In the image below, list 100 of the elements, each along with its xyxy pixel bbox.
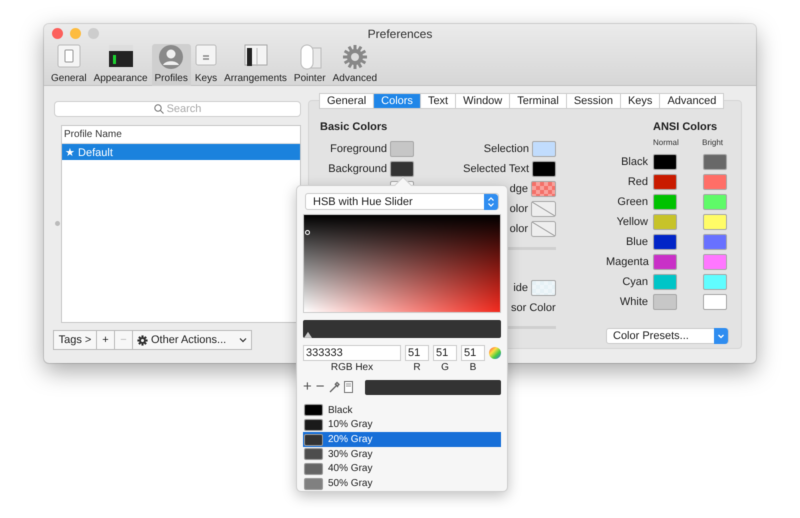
color-list-item[interactable]: 40% Gray [303, 462, 501, 476]
color-label: Black [620, 156, 648, 168]
column-heading: Bright [702, 138, 724, 149]
gear-icon [342, 44, 368, 70]
stepper-icon [484, 194, 498, 210]
channel-input[interactable]: 51 [461, 344, 485, 361]
hue-slider[interactable] [303, 320, 501, 338]
settings-tab[interactable]: Session [566, 93, 621, 109]
color-list-item[interactable]: 20% Gray [303, 432, 501, 447]
toolbar-tab[interactable]: Arrangements [221, 44, 290, 86]
color-label: Selection [484, 143, 529, 155]
color-label: Green [616, 196, 648, 208]
toolbar-tab[interactable]: Pointer [290, 44, 329, 86]
color-swatch[interactable] [703, 214, 727, 230]
color-label: ide [513, 282, 528, 294]
split-handle-icon[interactable] [55, 221, 60, 226]
saturation-brightness-field[interactable] [303, 214, 501, 313]
color-label: Red [626, 176, 648, 188]
column-heading: Normal [653, 138, 680, 149]
settings-tab[interactable]: Window [455, 93, 510, 109]
field-label: B [468, 362, 478, 373]
search-icon [154, 104, 164, 114]
settings-tab[interactable]: General [319, 93, 374, 109]
document-icon[interactable] [344, 381, 353, 394]
color-swatch[interactable] [653, 294, 677, 310]
color-swatch[interactable] [703, 294, 727, 310]
color-swatch[interactable] [703, 254, 727, 270]
toolbar-tab[interactable]: Keys [192, 44, 220, 86]
color-swatch[interactable] [532, 141, 556, 157]
empty-color-swatch[interactable] [531, 201, 556, 217]
eyedropper-icon[interactable] [328, 381, 340, 394]
color-label: sor Color [511, 302, 556, 314]
color-label: olor [510, 203, 528, 215]
gear-icon [137, 334, 148, 346]
color-label: White [618, 296, 648, 308]
color-swatch[interactable] [703, 194, 727, 210]
window-control-icon[interactable] [70, 28, 81, 39]
windows-icon [242, 44, 269, 68]
remove-color-button[interactable]: − [316, 380, 325, 394]
settings-tab[interactable]: Colors [373, 93, 421, 109]
other-actions-button[interactable]: Other Actions... [132, 330, 252, 350]
color-swatch[interactable] [653, 214, 677, 230]
color-swatch[interactable] [653, 234, 677, 250]
slider-thumb[interactable] [304, 332, 312, 338]
color-swatch[interactable] [653, 254, 677, 270]
toolbar-tab[interactable]: Profiles [152, 44, 191, 86]
color-label: Cyan [621, 276, 648, 288]
color-swatch[interactable] [532, 161, 556, 177]
toolbar-tab[interactable]: Advanced [330, 44, 380, 86]
section-title: Basic Colors [320, 121, 388, 135]
color-swatch[interactable] [703, 154, 727, 170]
color-swatch[interactable] [653, 194, 677, 210]
color-list-item[interactable]: 30% Gray [303, 446, 501, 462]
color-swatch[interactable] [390, 141, 414, 157]
color-swatch[interactable] [653, 274, 677, 290]
toolbar-tab[interactable]: Appearance [90, 44, 151, 86]
color-swatch[interactable] [703, 274, 727, 290]
color-swatch[interactable] [653, 174, 677, 190]
color-label: Magenta [606, 256, 648, 268]
picker-mode-dropdown[interactable]: HSB with Hue Slider [305, 193, 499, 210]
color-swatch[interactable] [703, 174, 727, 190]
settings-tab[interactable]: Keys [620, 93, 660, 109]
color-list-item[interactable]: 10% Gray [303, 418, 501, 432]
color-label: Selected Text [463, 163, 529, 175]
terminal-icon [108, 44, 134, 68]
color-swatch[interactable] [653, 154, 677, 170]
field-label: R [412, 362, 422, 373]
color-presets-dropdown[interactable]: Color Presets... [606, 328, 729, 344]
keyboard-icon [194, 44, 217, 66]
color-wheel-icon[interactable] [489, 346, 501, 359]
chevron-icon [239, 337, 247, 343]
toolbar-tab[interactable]: General [48, 44, 90, 86]
window-title: Preferences [368, 27, 432, 41]
color-swatch[interactable] [531, 181, 556, 197]
profile-row[interactable]: ★ Default [62, 144, 300, 160]
settings-tab[interactable]: Text [420, 93, 456, 109]
empty-color-swatch[interactable] [531, 221, 556, 237]
color-swatch[interactable] [703, 234, 727, 250]
add-button[interactable]: + [96, 330, 115, 350]
settings-tab[interactable]: Advanced [659, 93, 724, 109]
color-list-item[interactable]: 50% Gray [303, 476, 501, 491]
tags-button[interactable]: Tags > [53, 330, 97, 350]
channel-input[interactable]: 51 [433, 344, 457, 361]
picker-handle-icon[interactable] [305, 230, 310, 235]
color-swatch[interactable] [531, 280, 556, 296]
hex-input[interactable]: 333333 [303, 344, 401, 361]
color-list-item[interactable]: Black [303, 402, 501, 418]
channel-input[interactable]: 51 [405, 344, 429, 361]
window-control-icon[interactable] [52, 28, 63, 39]
person-icon [158, 44, 184, 70]
search-placeholder: Search [166, 103, 202, 115]
mouse-icon [298, 44, 322, 70]
color-label: Foreground [330, 143, 387, 155]
switch-icon [56, 44, 81, 68]
color-label: Background [328, 163, 387, 175]
window-control-icon[interactable] [88, 28, 99, 39]
add-color-button[interactable]: + [303, 380, 312, 394]
color-swatch[interactable] [390, 161, 414, 177]
color-label: Yellow [616, 216, 648, 228]
settings-tab[interactable]: Terminal [509, 93, 567, 109]
